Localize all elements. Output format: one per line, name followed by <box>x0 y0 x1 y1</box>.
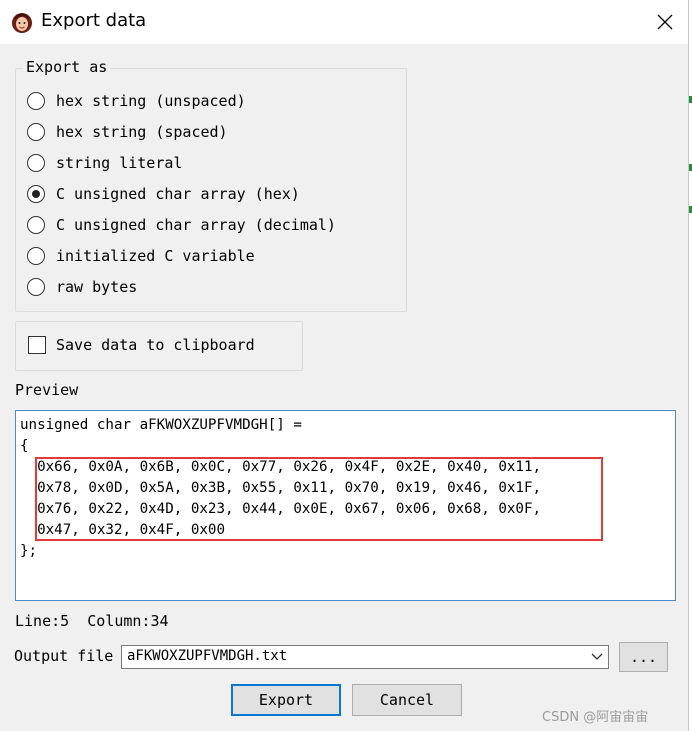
radio-c-array-decimal[interactable]: C unsigned char array (decimal) <box>27 214 336 236</box>
preview-text-area[interactable]: unsigned char aFKWOXZUPFVMDGH[] = { 0x66… <box>15 410 676 601</box>
radio-label: string literal <box>56 154 183 172</box>
radio-label: C unsigned char array (hex) <box>56 185 300 203</box>
export-button-label: Export <box>258 691 314 709</box>
output-file-label: Output file <box>14 647 114 665</box>
radio-label: raw bytes <box>56 278 138 296</box>
radio-string-literal[interactable]: string literal <box>27 152 182 174</box>
close-icon <box>657 14 673 30</box>
code-line: unsigned char aFKWOXZUPFVMDGH[] = <box>20 417 302 433</box>
browse-button[interactable]: ... <box>619 642 668 672</box>
radio-initialized-c-variable[interactable]: initialized C variable <box>27 245 255 267</box>
radio-button[interactable] <box>27 278 45 296</box>
radio-button[interactable] <box>27 247 45 265</box>
radio-label: hex string (spaced) <box>56 123 228 141</box>
save-to-clipboard-checkbox[interactable] <box>28 336 46 354</box>
radio-button-selected[interactable] <box>27 185 45 203</box>
export-button[interactable]: Export <box>231 684 341 716</box>
cancel-button-label: Cancel <box>379 691 435 709</box>
chevron-down-icon <box>591 653 603 660</box>
radio-button[interactable] <box>27 216 45 234</box>
export-as-legend: Export as <box>23 58 111 76</box>
watermark: CSDN @阿宙宙宙 <box>542 710 649 725</box>
title-bar: Export data <box>0 0 688 44</box>
radio-c-array-hex[interactable]: C unsigned char array (hex) <box>27 183 300 205</box>
highlight-box <box>35 457 603 541</box>
radio-hex-unspaced[interactable]: hex string (unspaced) <box>27 90 246 112</box>
radio-label: hex string (unspaced) <box>56 92 246 110</box>
radio-raw-bytes[interactable]: raw bytes <box>27 276 137 298</box>
code-line: { <box>20 438 29 454</box>
app-avatar-icon <box>12 13 32 33</box>
save-to-clipboard-label: Save data to clipboard <box>56 336 255 354</box>
radio-button[interactable] <box>27 92 45 110</box>
radio-button[interactable] <box>27 123 45 141</box>
cursor-position-status: Line:5 Column:34 <box>15 612 169 630</box>
output-file-combobox[interactable]: aFKWOXZUPFVMDGH.txt <box>121 645 609 669</box>
preview-legend: Preview <box>15 381 79 399</box>
cancel-button[interactable]: Cancel <box>352 684 462 716</box>
radio-button[interactable] <box>27 154 45 172</box>
export-data-dialog: Export data Export as hex string (unspac… <box>0 0 689 731</box>
window-title: Export data <box>41 10 147 31</box>
radio-hex-spaced[interactable]: hex string (spaced) <box>27 121 228 143</box>
code-line: }; <box>20 543 38 559</box>
radio-label: C unsigned char array (decimal) <box>56 216 336 234</box>
output-file-value: aFKWOXZUPFVMDGH.txt <box>127 648 288 664</box>
browse-button-label: ... <box>629 648 658 666</box>
radio-label: initialized C variable <box>56 247 255 265</box>
close-button[interactable] <box>648 6 682 38</box>
